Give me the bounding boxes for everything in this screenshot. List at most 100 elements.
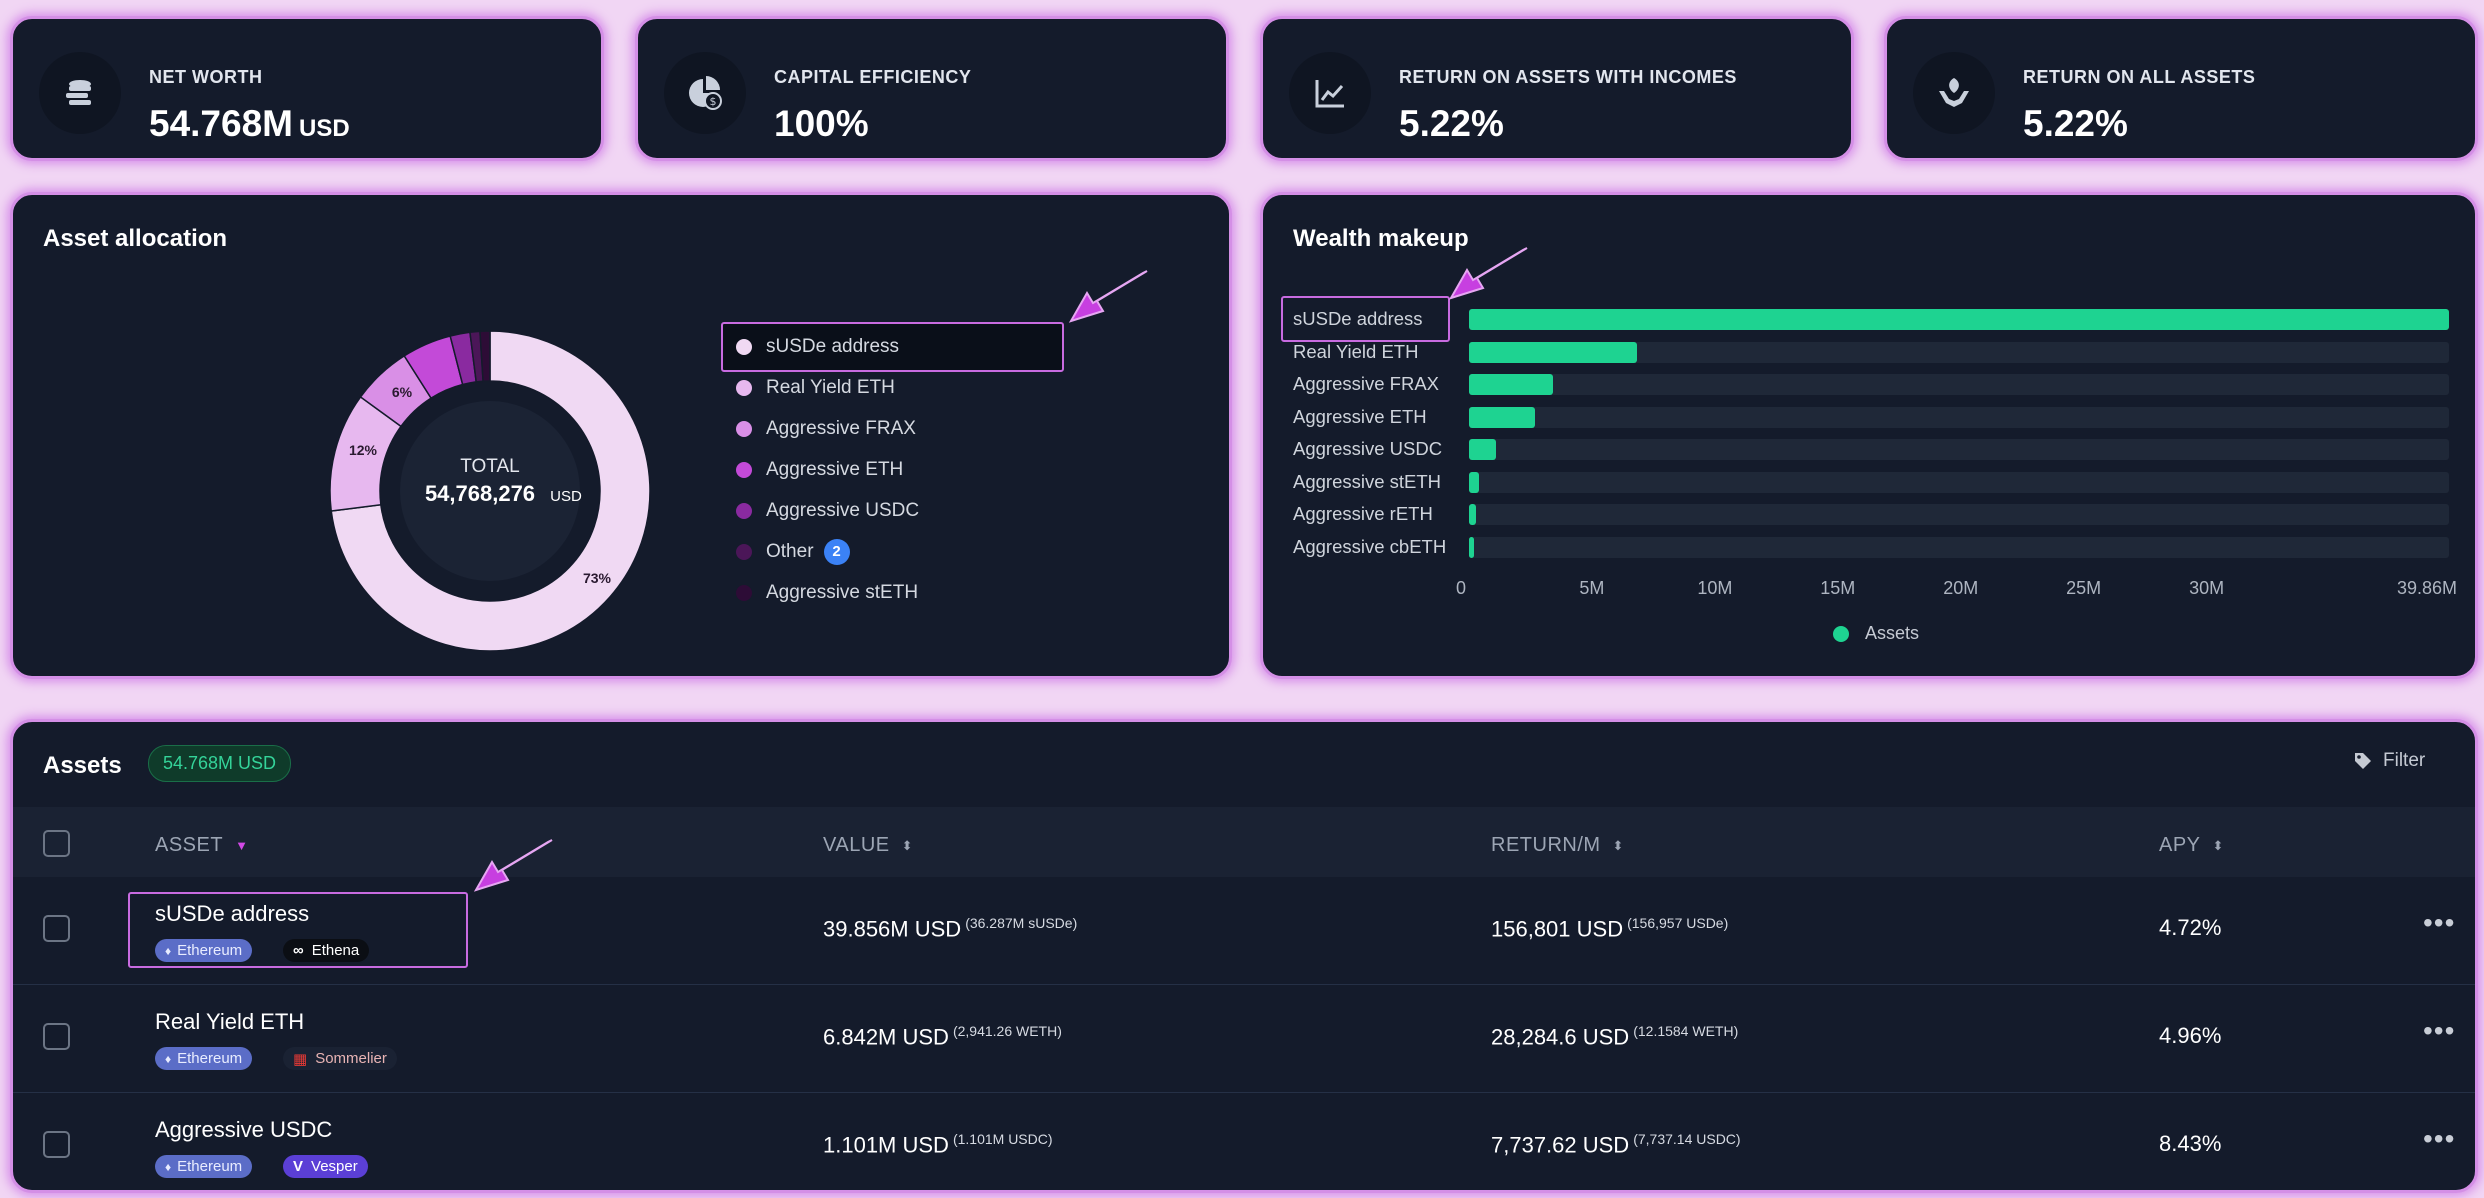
legend-item[interactable]: Aggressive ETH — [718, 449, 1068, 490]
donut-total-label: TOTAL — [460, 456, 519, 477]
return-cell: 7,737.62 USD (7,737.14 USDC) — [1491, 1131, 1741, 1158]
bar-row: Aggressive cbETH — [1263, 534, 2475, 560]
legend-dot-icon — [736, 502, 752, 519]
legend-dot-icon — [736, 584, 752, 601]
legend-label: Aggressive stETH — [766, 581, 919, 603]
donut-total-unit: USD — [550, 488, 582, 505]
chain-tag: ♦ Ethereum — [155, 1047, 253, 1070]
row-checkbox[interactable] — [43, 1023, 70, 1050]
sort-icon: ⬍ — [901, 837, 914, 853]
kpi-value: 54.768M USD — [149, 103, 350, 144]
protocol-tag-label: Vesper — [311, 1158, 358, 1175]
kpi-return-all-assets: RETURN ON ALL ASSETS 5.22% — [1884, 16, 2478, 161]
row-checkbox[interactable] — [43, 915, 70, 942]
column-header-apy[interactable]: APY ⬍ — [2159, 834, 2224, 857]
assets-total-badge: 54.768M USD — [148, 745, 292, 782]
kpi-label: RETURN ON ALL ASSETS — [2023, 67, 2256, 87]
bar-category-label: sUSDe address — [1293, 308, 1423, 329]
bar-row: Real Yield ETH — [1263, 339, 2475, 365]
kpi-label: RETURN ON ASSETS WITH INCOMES — [1399, 67, 1737, 87]
filter-button[interactable]: Filter — [2353, 750, 2425, 772]
bar-row: Aggressive rETH — [1263, 501, 2475, 527]
bar-track — [1469, 374, 2449, 395]
table-header — [13, 807, 2475, 877]
protocol-tag: ▦ Sommelier — [283, 1047, 397, 1070]
bar-row: Aggressive stETH — [1263, 469, 2475, 495]
return-cell: 156,801 USD (156,957 USDe) — [1491, 915, 1729, 942]
value-cell: 39.856M USD (36.287M sUSDe) — [823, 915, 1078, 942]
column-header-asset[interactable]: ASSET ▼ — [155, 834, 248, 857]
bar-aggressive-frax[interactable] — [1469, 374, 1553, 395]
bar-aggressive-usdc[interactable] — [1469, 439, 1497, 460]
pie-chart-dollar-icon: $ — [664, 52, 746, 134]
count-badge: 2 — [823, 538, 850, 565]
more-options-icon[interactable]: ••• — [2423, 907, 2455, 939]
legend-item[interactable]: Aggressive USDC — [718, 490, 1068, 531]
bar-real-yield-eth[interactable] — [1469, 341, 1638, 363]
asset-allocation-title: Asset allocation — [43, 225, 228, 252]
table-row[interactable]: Aggressive USDC ♦ Ethereum V Vesper 1.101M… — [13, 1093, 2475, 1190]
asset-allocation-card: Asset allocation TOTAL 54,768,276 USD 73… — [10, 192, 1232, 679]
slice-label-6: 6% — [392, 384, 413, 400]
kpi-net-worth: NET WORTH 54.768M USD — [10, 16, 604, 161]
assets-title: Assets — [43, 752, 122, 779]
sort-down-icon: ▼ — [235, 838, 249, 853]
legend-dot-icon — [736, 543, 752, 560]
value-cell: 6.842M USD (2,941.26 WETH) — [823, 1023, 1062, 1050]
svg-text:$: $ — [710, 95, 717, 108]
select-all-checkbox[interactable] — [43, 830, 70, 857]
asset-name[interactable]: Real Yield ETH — [155, 1009, 304, 1035]
bar-track — [1469, 536, 2449, 558]
ethereum-icon: ♦ — [165, 1051, 172, 1066]
wealth-legend-label: Assets — [1865, 623, 1920, 643]
bar-row: Aggressive FRAX — [1263, 371, 2475, 397]
legend-item[interactable]: Real Yield ETH — [718, 367, 1068, 408]
allocation-donut-chart: TOTAL 54,768,276 USD 73% 12% 6% — [329, 330, 651, 652]
asset-name[interactable]: Aggressive USDC — [155, 1117, 332, 1143]
coins-icon — [39, 52, 121, 134]
row-checkbox[interactable] — [43, 1131, 70, 1158]
bar-aggressive-steth[interactable] — [1469, 471, 1479, 493]
line-chart-icon — [1289, 52, 1371, 134]
kpi-value: 100% — [774, 103, 869, 144]
legend-item[interactable]: Aggressive FRAX — [718, 408, 1068, 449]
value-sub: (1.101M USDC) — [952, 1131, 1053, 1147]
sort-icon: ⬍ — [2212, 837, 2224, 853]
assets-card: Assets 54.768M USD Filter ASSET ▼ VALUE ⬍ … — [10, 719, 2478, 1193]
bar-category-label: Aggressive USDC — [1293, 438, 1443, 459]
bar-track — [1469, 406, 2449, 428]
x-axis-tick-label: 0 — [1455, 578, 1467, 598]
chain-tag: ♦ Ethereum — [155, 1155, 253, 1178]
more-options-icon[interactable]: ••• — [2423, 1123, 2455, 1155]
more-options-icon[interactable]: ••• — [2423, 1015, 2455, 1047]
return-sub: (156,957 USDe) — [1627, 915, 1729, 931]
legend-item[interactable]: Other 2 — [718, 531, 1068, 572]
bar-category-label: Aggressive FRAX — [1293, 373, 1439, 394]
legend-dot-icon — [736, 420, 752, 437]
column-header-return[interactable]: RETURN/M ⬍ — [1491, 834, 1624, 857]
legend-label: sUSDe address — [766, 335, 900, 357]
legend-label: Real Yield ETH — [766, 376, 895, 398]
filter-label: Filter — [2383, 750, 2426, 771]
chain-tag-label: Ethereum — [177, 1158, 243, 1175]
return-sub: (7,737.14 USDC) — [1633, 1131, 1741, 1147]
bar-susde-address[interactable] — [1469, 309, 2449, 330]
apy-cell: 4.96% — [2159, 1023, 2222, 1048]
bar-aggressive-eth[interactable] — [1469, 406, 1536, 428]
annotation-arrow-icon — [1448, 247, 1528, 300]
table-row[interactable]: Real Yield ETH ♦ Ethereum ▦ Sommelier 6.84… — [13, 985, 2475, 1093]
value-sub: (36.287M sUSDe) — [965, 915, 1078, 931]
legend-label: Aggressive FRAX — [766, 417, 916, 439]
vesper-icon: V — [293, 1158, 304, 1175]
value-cell: 1.101M USD (1.101M USDC) — [823, 1131, 1053, 1158]
legend-item[interactable]: sUSDe address — [718, 326, 1068, 367]
bar-aggressive-reth[interactable] — [1469, 504, 1477, 525]
tag-icon — [2355, 753, 2371, 769]
column-header-value[interactable]: VALUE ⬍ — [823, 834, 913, 857]
bar-aggressive-cbeth[interactable] — [1469, 536, 1474, 558]
x-axis-tick-label: 10M — [1697, 578, 1733, 598]
bar-track — [1469, 341, 2449, 363]
bar-track — [1469, 309, 2449, 330]
kpi-value: 5.22% — [1399, 103, 1504, 144]
legend-item[interactable]: Aggressive stETH — [718, 572, 1068, 613]
